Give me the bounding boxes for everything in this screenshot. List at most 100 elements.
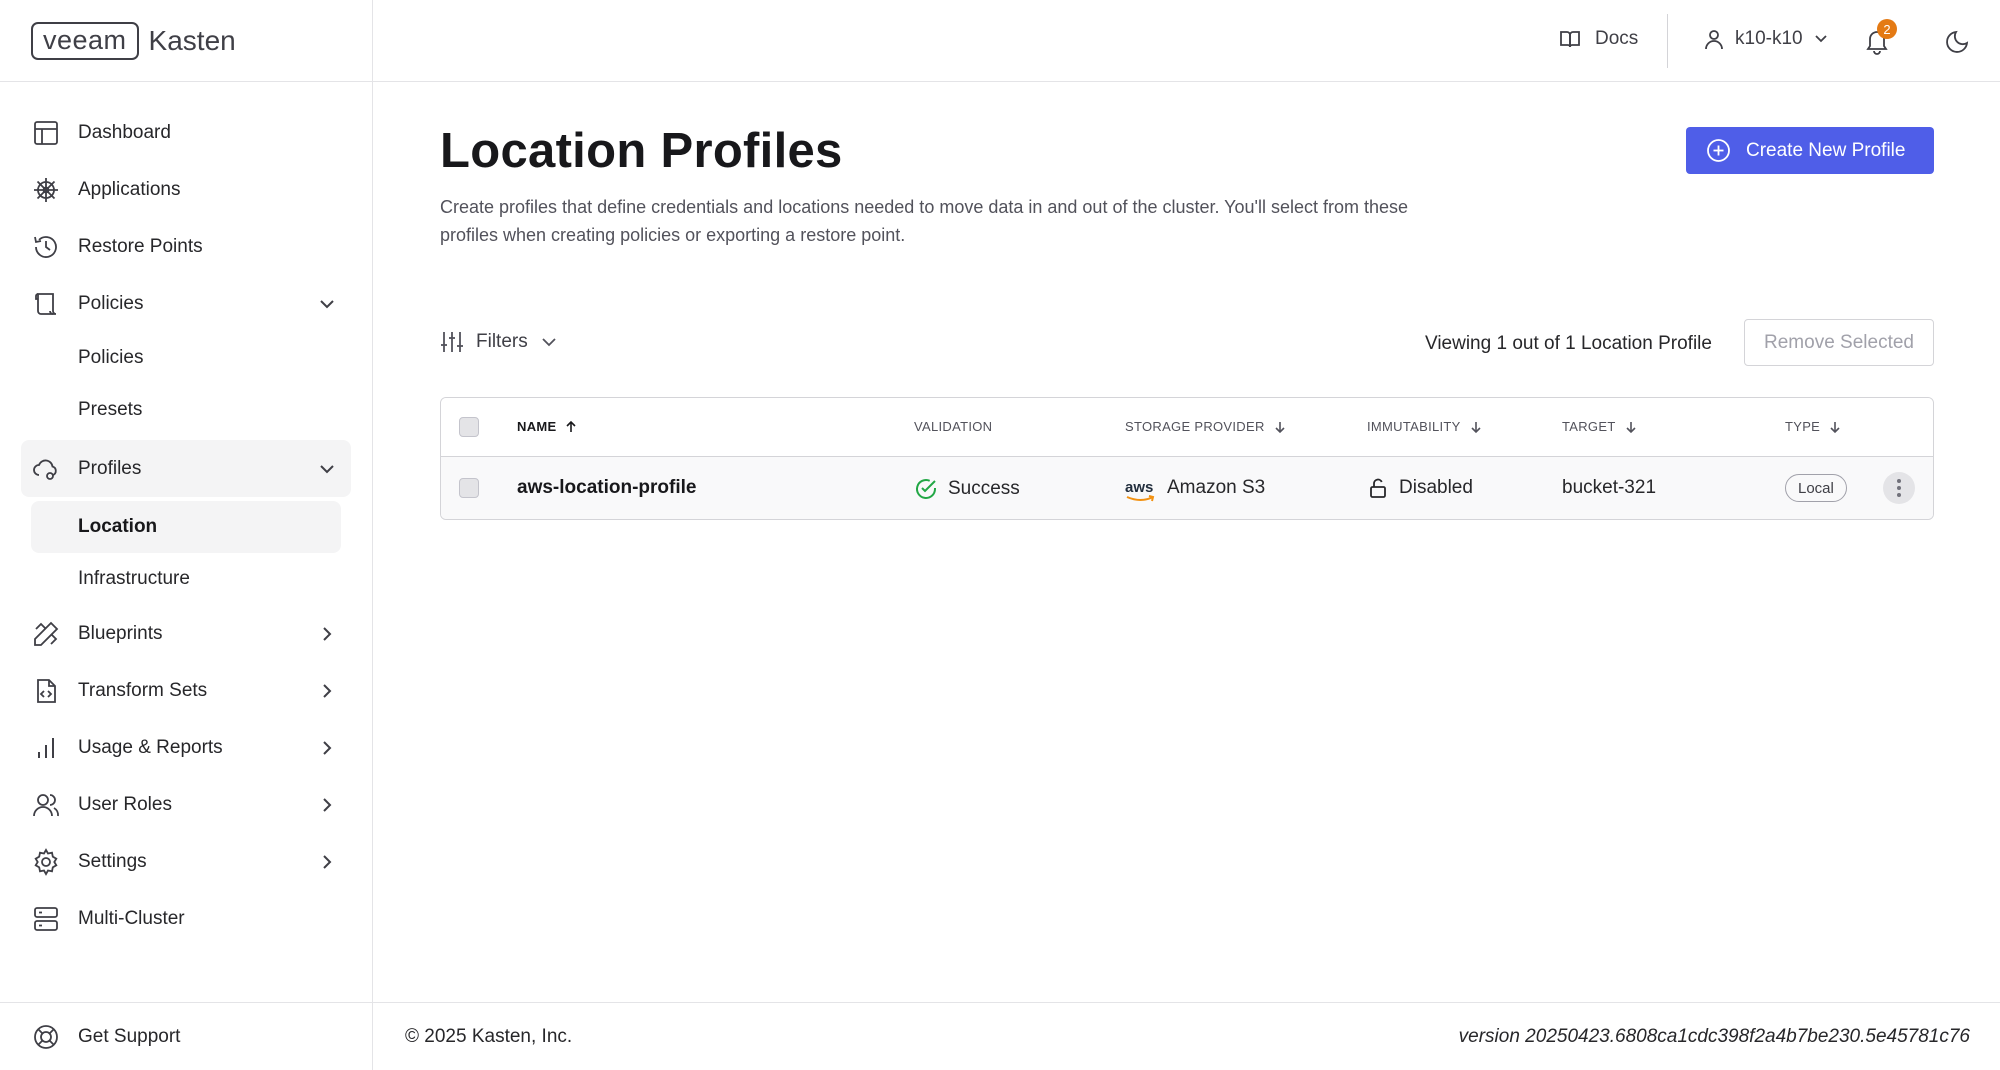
immutability-status: Disabled <box>1399 477 1473 498</box>
user-label: k10-k10 <box>1735 28 1803 49</box>
helm-icon <box>34 177 58 202</box>
arrow-up-icon <box>566 420 577 432</box>
logo-bar: veeam Kasten <box>0 0 372 82</box>
sidebar-item-label: Multi-Cluster <box>78 907 185 929</box>
immutability-cell: Disabled <box>1367 477 1473 499</box>
sidebar-item-dashboard[interactable]: Dashboard <box>0 104 372 161</box>
sidebar-subitem-label: Policies <box>78 347 144 368</box>
version-string: version 20250423.6808ca1cdc398f2a4b7be23… <box>1458 1025 1970 1047</box>
chevron-right-icon[interactable] <box>318 796 336 814</box>
page-title: Location Profiles <box>440 124 843 178</box>
type-badge: Local <box>1785 474 1847 502</box>
sidebar-item-applications[interactable]: Applications <box>0 161 372 218</box>
history-icon <box>34 235 57 258</box>
chevron-down-icon <box>542 338 556 347</box>
column-header-immutability[interactable]: IMMUTABILITY <box>1367 419 1483 434</box>
user-icon <box>1705 30 1723 50</box>
sidebar-item-label: Restore Points <box>78 235 203 257</box>
sidebar-item-settings[interactable]: Settings <box>0 833 372 890</box>
filters-toggle[interactable]: Filters <box>440 330 558 354</box>
column-header-name[interactable]: NAME <box>517 419 578 434</box>
sidebar-item-policies[interactable]: Policies <box>0 275 372 332</box>
chevron-right-icon[interactable] <box>318 682 336 700</box>
chevron-right-icon[interactable] <box>318 739 336 757</box>
sidebar-subitem-presets[interactable]: Presets <box>0 384 372 436</box>
validation-cell: Success <box>914 477 1020 501</box>
cloud-profile-icon <box>33 459 57 480</box>
filters-label: Filters <box>476 331 528 352</box>
get-support-label: Get Support <box>78 1025 181 1047</box>
sidebar-item-blueprints[interactable]: Blueprints <box>0 605 372 662</box>
profiles-table: NAME VALIDATION STORAGE PROVIDER IMMUTAB… <box>440 397 1934 520</box>
user-menu[interactable]: k10-k10 <box>1703 28 1829 50</box>
sidebar-item-label: Usage & Reports <box>78 736 223 758</box>
column-header-storage-provider[interactable]: STORAGE PROVIDER <box>1125 419 1287 434</box>
chevron-down-icon[interactable] <box>318 460 336 478</box>
dashboard-icon <box>34 120 58 145</box>
kebab-dot <box>1897 486 1901 490</box>
arrow-down-icon <box>1471 421 1481 433</box>
select-all-checkbox[interactable] <box>459 417 479 437</box>
kebab-dot <box>1897 493 1901 497</box>
lifebuoy-icon <box>34 1024 58 1049</box>
get-support-link[interactable]: Get Support <box>0 1002 372 1070</box>
arrow-down-icon <box>1625 421 1636 433</box>
top-bar: Docs k10-k10 2 <box>373 0 2000 82</box>
column-label: TARGET <box>1562 419 1616 434</box>
sidebar-item-label: Settings <box>78 850 147 872</box>
arrow-down-icon <box>1275 421 1285 433</box>
sidebar-nav: Dashboard Applications Restore Points Po… <box>0 82 372 947</box>
profile-name[interactable]: aws-location-profile <box>517 477 696 499</box>
column-header-target[interactable]: TARGET <box>1562 419 1638 434</box>
column-label: TYPE <box>1785 419 1821 434</box>
column-label: VALIDATION <box>914 419 993 434</box>
arrow-down-icon <box>1830 421 1840 433</box>
chevron-right-icon[interactable] <box>318 853 336 871</box>
moon-icon[interactable] <box>1945 28 1971 54</box>
sidebar-subitem-policies[interactable]: Policies <box>0 332 372 384</box>
book-icon <box>1560 31 1580 48</box>
gear-icon <box>34 847 58 876</box>
sidebar-item-profiles[interactable]: Profiles <box>21 440 351 497</box>
bar-chart-icon <box>38 737 54 758</box>
chevron-down-icon <box>1814 35 1827 43</box>
storage-provider-name: Amazon S3 <box>1167 477 1266 498</box>
aws-logo-icon: aws <box>1125 480 1157 502</box>
sidebar-item-multi-cluster[interactable]: Multi-Cluster <box>0 890 372 947</box>
veeam-logo[interactable]: veeam <box>31 21 139 60</box>
server-icon <box>34 906 58 931</box>
sidebar-item-restore-points[interactable]: Restore Points <box>0 218 372 275</box>
plus-circle-icon <box>1707 139 1730 162</box>
sidebar-subitem-location[interactable]: Location <box>31 501 341 553</box>
sidebar-subitem-label: Presets <box>78 399 143 420</box>
table-header: NAME VALIDATION STORAGE PROVIDER IMMUTAB… <box>441 398 1933 457</box>
sidebar-item-label: Policies <box>78 292 144 314</box>
file-code-icon <box>37 678 56 703</box>
sidebar-item-label: User Roles <box>78 793 172 815</box>
users-icon <box>33 793 59 816</box>
row-actions-menu[interactable] <box>1883 472 1915 504</box>
docs-link[interactable]: Docs <box>1559 28 1638 50</box>
column-header-type[interactable]: TYPE <box>1785 419 1842 434</box>
column-label: NAME <box>517 419 557 434</box>
sidebar-item-label: Dashboard <box>78 121 171 143</box>
chevron-right-icon[interactable] <box>318 625 336 643</box>
sidebar-item-usage-reports[interactable]: Usage & Reports <box>0 719 372 776</box>
row-checkbox[interactable] <box>459 478 479 498</box>
validation-status: Success <box>948 478 1020 499</box>
sidebar-item-label: Transform Sets <box>78 679 208 701</box>
column-label: STORAGE PROVIDER <box>1125 419 1265 434</box>
remove-selected-button[interactable]: Remove Selected <box>1744 319 1934 366</box>
header-divider <box>1667 14 1668 68</box>
table-row[interactable]: aws-location-profile Success aws Amazon … <box>441 457 1933 519</box>
sidebar-item-label: Applications <box>78 178 181 200</box>
pencil-ruler-icon <box>34 621 59 646</box>
logo-text-veeam: veeam <box>43 25 127 55</box>
chevron-down-icon[interactable] <box>318 295 336 313</box>
sidebar-item-transform-sets[interactable]: Transform Sets <box>0 662 372 719</box>
sidebar-item-user-roles[interactable]: User Roles <box>0 776 372 833</box>
create-new-profile-button[interactable]: Create New Profile <box>1686 127 1934 174</box>
sidebar-subitem-label: Infrastructure <box>78 568 190 589</box>
logo-text-kasten: Kasten <box>148 24 236 56</box>
sidebar-subitem-infrastructure[interactable]: Infrastructure <box>0 553 372 605</box>
